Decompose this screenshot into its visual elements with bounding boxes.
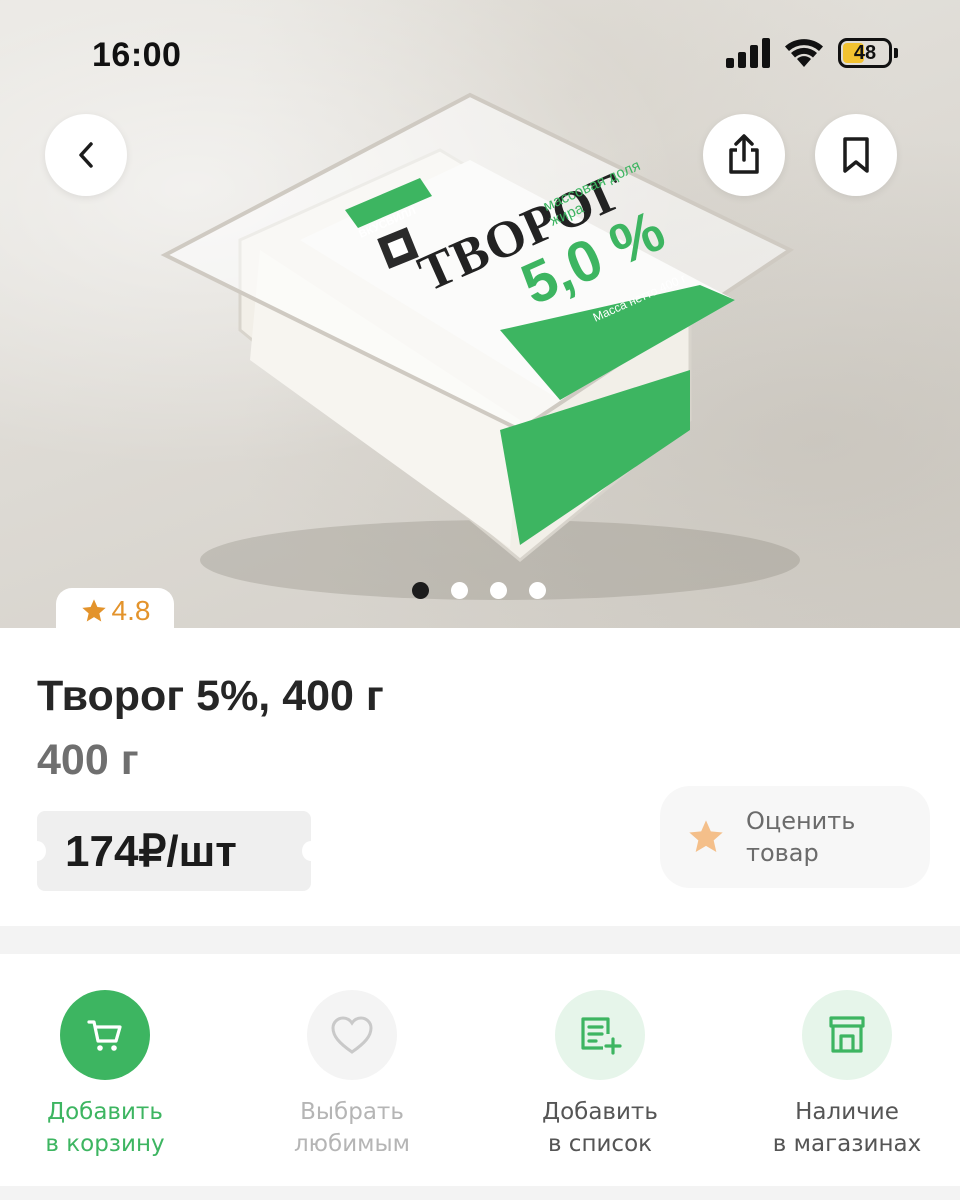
battery-indicator: 48 [838, 38, 898, 68]
back-icon [79, 142, 93, 168]
product-image-area: ВКУСВИЛЛ ТВОРОГ 5,0 % массовая доля жира… [0, 0, 960, 628]
action-bar: Добавить в корзину Выбрать любимым Добавит… [0, 954, 960, 1186]
add-to-list-circle [555, 990, 645, 1080]
star-icon [81, 599, 106, 622]
status-time: 16:00 [92, 36, 182, 74]
price-value: 174₽/шт [65, 826, 237, 876]
list-add-icon [581, 1017, 622, 1055]
carousel-dot[interactable] [529, 582, 546, 599]
carousel-dot[interactable] [451, 582, 468, 599]
status-icons: 48 [726, 38, 898, 68]
star-icon [689, 820, 723, 852]
add-to-list-label: Добавить в список [542, 1099, 658, 1157]
price-tag: 174₽/шт [28, 811, 320, 891]
store-icon [829, 1016, 865, 1053]
share-button[interactable] [703, 114, 785, 196]
product-title: Творог 5%, 400 г [37, 672, 384, 720]
bookmark-icon [843, 137, 869, 173]
favorite-circle [307, 990, 397, 1080]
product-weight: 400 г [37, 736, 139, 784]
product-info: Творог 5%, 400 г 400 г 174₽/шт Оценить то… [0, 628, 960, 926]
carousel-dot[interactable] [412, 582, 429, 599]
add-to-cart-label: Добавить в корзину [45, 1099, 165, 1157]
wifi-icon [785, 39, 823, 67]
section-divider [0, 926, 960, 954]
battery-icon: 48 [838, 38, 892, 68]
heart-icon [331, 1016, 373, 1054]
back-button[interactable] [45, 114, 127, 196]
add-to-cart-circle [60, 990, 150, 1080]
store-availability-circle [802, 990, 892, 1080]
favorite-button[interactable]: Выбрать любимым [252, 990, 452, 1160]
battery-percentage: 48 [853, 41, 877, 64]
favorite-label: Выбрать любимым [293, 1099, 411, 1157]
carousel-dot[interactable] [490, 582, 507, 599]
bookmark-button[interactable] [815, 114, 897, 196]
add-to-list-button[interactable]: Добавить в список [500, 990, 700, 1160]
bottom-divider [0, 1186, 960, 1200]
share-icon [729, 134, 759, 174]
store-availability-button[interactable]: Наличие в магазинах [747, 990, 947, 1160]
carousel-dots [412, 582, 546, 599]
rate-product-label: Оценить товар [746, 807, 856, 867]
rate-product-button[interactable]: Оценить товар [660, 786, 930, 888]
rating-value: 4.8 [111, 595, 151, 626]
store-availability-label: Наличие в магазинах [772, 1099, 922, 1157]
rating-badge: 4.8 [56, 588, 174, 628]
add-to-cart-button[interactable]: Добавить в корзину [5, 990, 205, 1160]
product-photo [160, 92, 800, 600]
signal-icon [726, 38, 770, 68]
cart-icon [87, 1020, 122, 1051]
